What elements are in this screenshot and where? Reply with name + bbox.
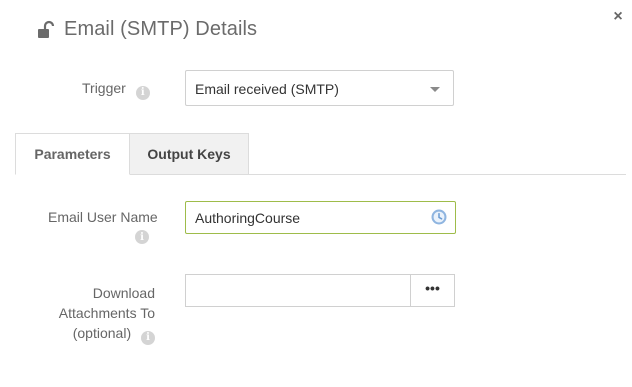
unlock-icon [38, 20, 55, 38]
download-attachments-field[interactable] [185, 274, 411, 307]
download-attachments-label-line3: (optional) i [56, 323, 155, 345]
browse-button[interactable]: ••• [410, 274, 455, 307]
smtp-details-dialog: Email (SMTP) Details × Trigger i Email r… [0, 0, 632, 387]
email-user-name-label: Email User Name [48, 209, 158, 225]
dialog-title: Email (SMTP) Details [64, 18, 258, 40]
info-icon[interactable]: i [135, 85, 150, 100]
dialog-header: Email (SMTP) Details [36, 18, 257, 41]
trigger-select-value: Email received (SMTP) [195, 81, 339, 97]
download-attachments-label-line2: Attachments To [58, 305, 155, 321]
clock-icon[interactable] [431, 209, 447, 225]
download-attachments-label: Download Attachments To (optional) i [56, 283, 155, 345]
trigger-label-row: Trigger i [82, 80, 150, 100]
trigger-label: Trigger [82, 80, 126, 96]
tab-output-keys[interactable]: Output Keys [130, 133, 249, 175]
chevron-down-icon [430, 87, 440, 92]
email-user-name-value: AuthoringCourse [195, 210, 301, 226]
trigger-select[interactable]: Email received (SMTP) [185, 70, 454, 106]
close-button[interactable]: × [611, 9, 625, 25]
email-user-name-field[interactable]: AuthoringCourse [185, 201, 456, 234]
info-icon[interactable]: i [141, 331, 155, 345]
download-attachments-label-line1: Download [92, 285, 155, 301]
info-icon[interactable]: i [135, 230, 149, 244]
tab-parameters[interactable]: Parameters [15, 133, 130, 175]
optional-label: (optional) [72, 325, 132, 341]
